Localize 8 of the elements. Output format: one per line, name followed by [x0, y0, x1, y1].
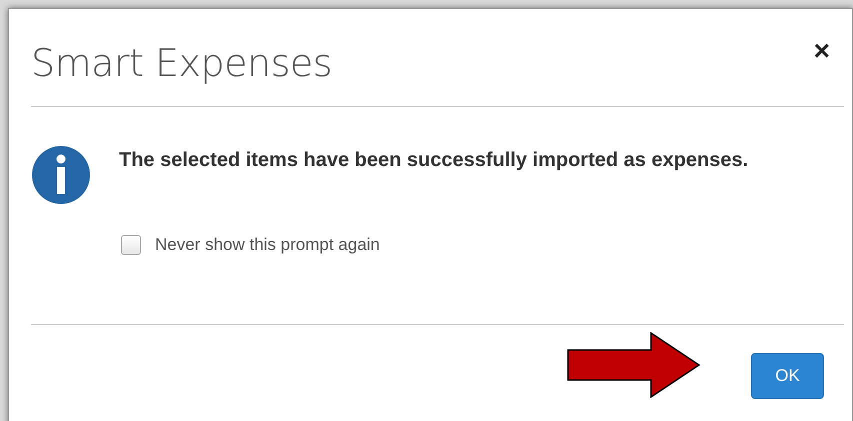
- checkbox-label: Never show this prompt again: [155, 235, 380, 255]
- arrow-icon: [567, 332, 701, 398]
- ok-button[interactable]: OK: [751, 353, 824, 399]
- info-icon: [31, 145, 91, 205]
- dialog-title: Smart Expenses: [31, 40, 332, 84]
- message-text: The selected items have been successfully imported as expenses.: [119, 148, 748, 173]
- close-button[interactable]: ×: [800, 34, 844, 80]
- checkbox[interactable]: [121, 235, 141, 255]
